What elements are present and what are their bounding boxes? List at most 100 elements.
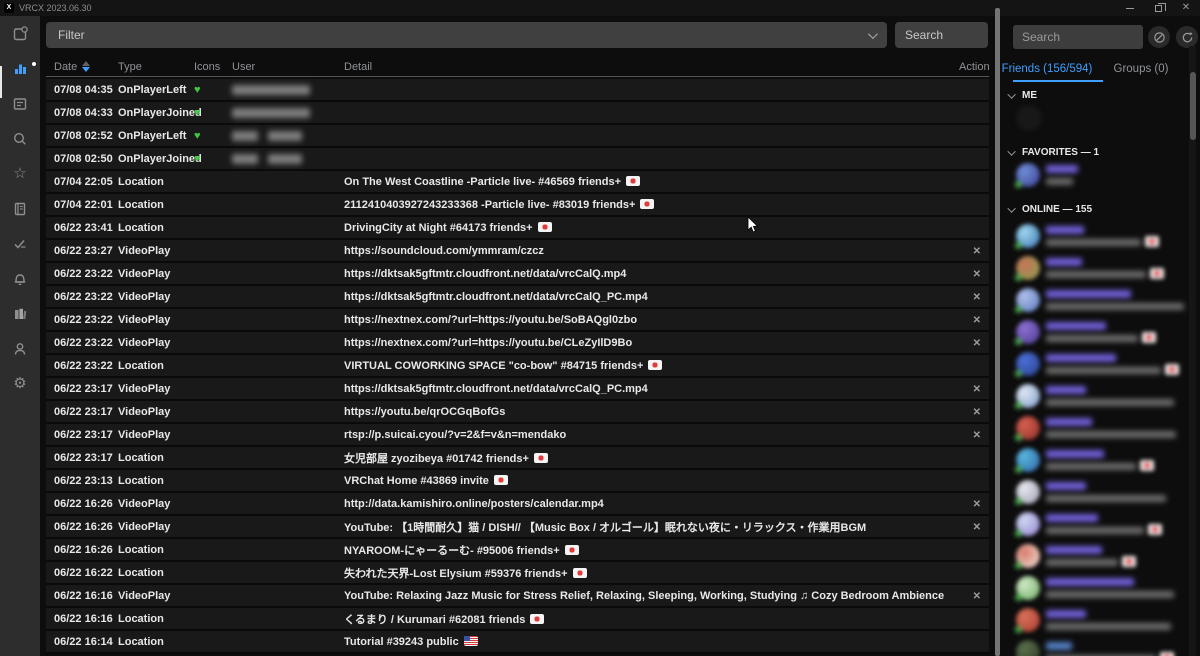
minimize-button[interactable] [1116,0,1144,16]
cell-detail: rtsp://p.suicai.cyou/?v=2&f=v&n=mendako [344,429,959,441]
cell-type: OnPlayerLeft [118,129,187,142]
friend-avatar [1015,288,1040,313]
cell-date: 06/22 16:16 [54,612,113,625]
friend-list-item[interactable] [1015,254,1192,286]
table-row[interactable]: 07/04 22:01 Location 211241040392724323336… [46,194,989,217]
section-favorites[interactable]: FAVORITES — 1 [1007,146,1099,158]
table-row[interactable]: 07/08 04:33 OnPlayerJoined ♥ [46,102,989,125]
sidebar-item-favorites[interactable]: ☆ [0,156,40,191]
sidebar-item-charts[interactable] [0,296,40,331]
tab-groups[interactable]: Groups (0) [1094,63,1188,83]
friend-list-item[interactable] [1015,318,1192,350]
friend-list-item[interactable] [1015,222,1192,254]
delete-row-button[interactable]: ✕ [973,246,981,257]
notebook-icon [14,202,26,215]
delete-row-button[interactable]: ✕ [973,315,981,326]
close-button[interactable]: ✕ [1172,0,1200,16]
delete-row-button[interactable]: ✕ [973,292,981,303]
section-me[interactable]: ME [1007,89,1037,101]
flag-jp-icon [1140,460,1154,471]
table-row[interactable]: 07/08 02:52 OnPlayerLeft ♥ [46,125,989,148]
column-detail[interactable]: Detail [344,61,959,73]
table-row[interactable]: 06/22 23:22 VideoPlay https://nextnex.com/… [46,309,989,332]
table-row[interactable]: 07/04 22:05 Location On The West Coastline… [46,171,989,194]
table-row[interactable]: 06/22 23:27 VideoPlay https://soundcloud.c… [46,240,989,263]
table-row[interactable]: 07/08 02:50 OnPlayerJoined ♥ [46,148,989,171]
sidebar-item-feed[interactable] [0,16,40,51]
gamelog-search-input[interactable] [895,22,988,48]
table-row[interactable]: 06/22 16:26 VideoPlay http://data.kamishir… [46,493,989,516]
blurred-friend-status [1046,335,1138,342]
delete-row-button[interactable]: ✕ [973,522,981,533]
table-row[interactable]: 06/22 23:22 VideoPlay https://dktsak5gftmt… [46,263,989,286]
delete-row-button[interactable]: ✕ [973,384,981,395]
delete-row-button[interactable]: ✕ [973,407,981,418]
table-row[interactable]: 06/22 16:26 Location NYAROOM-にゃーるーむ- #9500… [46,539,989,562]
column-user[interactable]: User [232,61,344,73]
friend-list-item[interactable] [1015,574,1192,606]
table-row[interactable]: 06/22 23:13 Location VRChat Home #43869 in… [46,470,989,493]
sidebar-item-notification[interactable] [0,261,40,296]
panel-splitter[interactable] [995,8,1000,656]
delete-row-button[interactable]: ✕ [973,430,981,441]
friend-list-item[interactable] [1015,606,1192,638]
favorite-friend-item[interactable] [1015,161,1192,193]
sidebar-item-moderation[interactable] [0,226,40,261]
friend-list-item[interactable] [1015,542,1192,574]
table-row[interactable]: 06/22 16:16 VideoPlay YouTube: Relaxing Ja… [46,585,989,608]
table-row[interactable]: 06/22 16:26 VideoPlay YouTube: 【1時間耐久】猫 / … [46,516,989,539]
cell-detail: On The West Coastline -Particle live- #4… [344,175,959,188]
table-row[interactable]: 06/22 23:41 Location DrivingCity at Night … [46,217,989,240]
friends-refresh-button[interactable] [1176,26,1198,48]
table-row[interactable]: 07/08 04:35 OnPlayerLeft ♥ [46,79,989,102]
table-row[interactable]: 06/22 23:22 Location VIRTUAL COWORKING SPA… [46,355,989,378]
column-date[interactable]: Date [54,61,77,73]
section-online[interactable]: ONLINE — 155 [1007,203,1093,215]
delete-row-button[interactable]: ✕ [973,269,981,280]
delete-row-button[interactable]: ✕ [973,499,981,510]
table-row[interactable]: 06/22 23:17 Location 女児部屋 zyozibeya #01742… [46,447,989,470]
table-row[interactable]: 06/22 23:17 VideoPlay https://youtu.be/qrO… [46,401,989,424]
friend-list-item[interactable] [1015,510,1192,542]
table-row[interactable]: 06/22 23:22 VideoPlay https://dktsak5gftmt… [46,286,989,309]
blurred-friend-status [1046,303,1184,310]
me-avatar[interactable] [1016,105,1042,131]
friend-list-item[interactable] [1016,638,1192,656]
cell-detail: DrivingCity at Night #64173 friends+ [344,221,959,234]
friend-list-item[interactable] [1015,286,1192,318]
friends-scrollbar-thumb[interactable] [1190,72,1196,140]
friend-list-item[interactable] [1015,382,1192,414]
friend-avatar [1015,224,1040,249]
friend-list-item[interactable] [1015,414,1192,446]
sidebar-item-search[interactable] [0,121,40,156]
online-status-dot [1015,242,1022,249]
sort-carets-icon[interactable] [82,61,91,72]
friend-list-item[interactable] [1015,478,1192,510]
maximize-button[interactable] [1144,0,1172,16]
friends-filter-button[interactable] [1148,26,1170,48]
friends-search-input[interactable] [1013,25,1143,49]
section-online-label: ONLINE — 155 [1022,204,1093,215]
sidebar-item-settings[interactable]: ⚙ [0,366,40,401]
table-row[interactable]: 06/22 16:16 Location くるまり / Kurumari #6208… [46,608,989,631]
table-row[interactable]: 06/22 23:17 VideoPlay https://dktsak5gftmt… [46,378,989,401]
cell-action: ✕ [959,429,989,441]
table-row[interactable]: 06/22 16:22 Location 失われた天界-Lost Elysium #… [46,562,989,585]
sidebar-item-profile[interactable] [0,331,40,366]
table-row[interactable]: 06/22 23:22 VideoPlay https://nextnex.com/… [46,332,989,355]
delete-row-button[interactable]: ✕ [973,338,981,349]
sidebar-item-playerlist[interactable] [0,86,40,121]
column-type[interactable]: Type [118,61,194,73]
flag-jp-icon [564,544,579,555]
blurred-friend-name [1046,322,1106,330]
cell-type: VideoPlay [118,290,171,303]
delete-row-button[interactable]: ✕ [973,591,981,602]
friend-list-item[interactable] [1015,446,1192,478]
sidebar-item-friendlog[interactable] [0,191,40,226]
friend-list-item[interactable] [1015,350,1192,382]
filter-dropdown[interactable]: Filter [46,22,887,48]
table-row[interactable]: 06/22 23:17 VideoPlay rtsp://p.suicai.cyou… [46,424,989,447]
sidebar-item-gamelog[interactable] [0,51,40,86]
table-row[interactable]: 06/22 16:14 Location Tutorial #39243 publi… [46,631,989,654]
column-icons[interactable]: Icons [194,61,232,73]
